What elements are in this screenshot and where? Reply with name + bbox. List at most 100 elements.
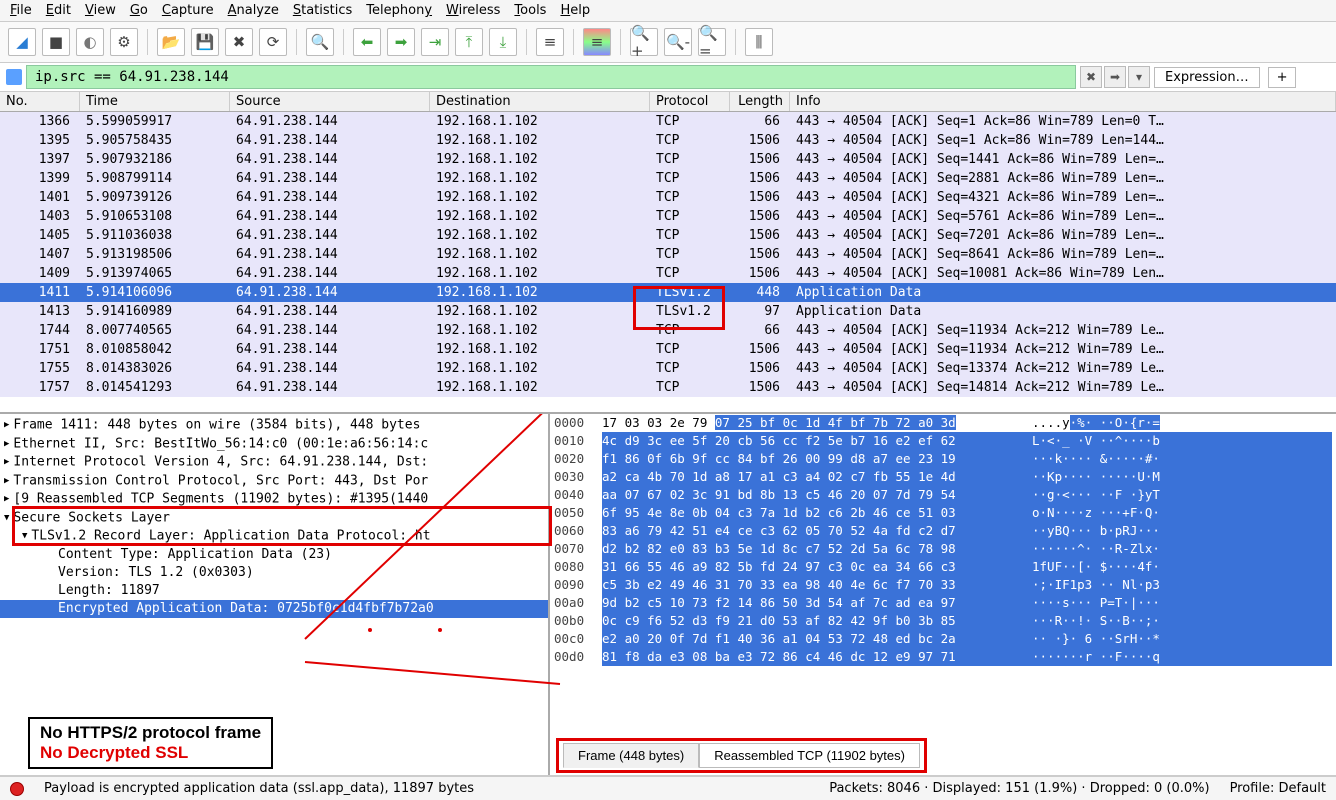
tab-frame-bytes[interactable]: Frame (448 bytes)	[563, 743, 699, 768]
expression-button[interactable]: Expression…	[1154, 67, 1260, 88]
packet-list-pane[interactable]: No. Time Source Destination Protocol Len…	[0, 92, 1336, 414]
packet-list-header: No. Time Source Destination Protocol Len…	[0, 92, 1336, 112]
add-filter-button[interactable]: +	[1268, 67, 1297, 88]
menu-telephony[interactable]: Telephony	[366, 3, 432, 18]
packet-row[interactable]: 14035.91065310864.91.238.144192.168.1.10…	[0, 207, 1336, 226]
details-version[interactable]: Version: TLS 1.2 (0x0303)	[0, 564, 548, 582]
go-forward-icon[interactable]: ➡	[387, 28, 415, 56]
hex-row[interactable]: 00506f 95 4e 8e 0b 04 c3 7a 1d b2 c6 2b …	[550, 504, 1336, 522]
packet-row[interactable]: 17578.01454129364.91.238.144192.168.1.10…	[0, 378, 1336, 397]
packet-row[interactable]: 13975.90793218664.91.238.144192.168.1.10…	[0, 150, 1336, 169]
packet-row[interactable]: 14095.91397406564.91.238.144192.168.1.10…	[0, 264, 1336, 283]
menu-analyze[interactable]: Analyze	[228, 3, 279, 18]
col-header-no[interactable]: No.	[0, 92, 80, 111]
colorize-icon[interactable]: ≡	[583, 28, 611, 56]
apply-filter-icon[interactable]: ➡	[1104, 66, 1126, 88]
packet-row[interactable]: 14055.91103603864.91.238.144192.168.1.10…	[0, 226, 1336, 245]
hex-row[interactable]: 0030a2 ca 4b 70 1d a8 17 a1 c3 a4 02 c7 …	[550, 468, 1336, 486]
hex-row[interactable]: 00d081 f8 da e3 08 ba e3 72 86 c4 46 dc …	[550, 648, 1336, 666]
capture-start-icon[interactable]: ◢	[8, 28, 36, 56]
filter-dropdown-icon[interactable]: ▾	[1128, 66, 1150, 88]
annotation-text-box: No HTTPS/2 protocol frame No Decrypted S…	[28, 717, 273, 769]
status-bar: Payload is encrypted application data (s…	[0, 776, 1336, 800]
bytes-pane-tabs: Frame (448 bytes) Reassembled TCP (11902…	[556, 738, 927, 773]
middle-panes: Frame 1411: 448 bytes on wire (3584 bits…	[0, 414, 1336, 776]
capture-options-icon[interactable]: ⚙	[110, 28, 138, 56]
packet-row[interactable]: 14115.91410609664.91.238.144192.168.1.10…	[0, 283, 1336, 302]
status-packet-count: Packets: 8046 · Displayed: 151 (1.9%) · …	[829, 781, 1209, 796]
go-to-packet-icon[interactable]: ⇥	[421, 28, 449, 56]
col-header-time[interactable]: Time	[80, 92, 230, 111]
menu-help[interactable]: Help	[560, 3, 590, 18]
details-frame[interactable]: Frame 1411: 448 bytes on wire (3584 bits…	[0, 416, 548, 435]
annotation-line1: No HTTPS/2 protocol frame	[40, 723, 261, 743]
menu-file[interactable]: File	[10, 3, 32, 18]
menu-tools[interactable]: Tools	[514, 3, 546, 18]
go-first-icon[interactable]: ⤒	[455, 28, 483, 56]
packet-row[interactable]: 17558.01438302664.91.238.144192.168.1.10…	[0, 359, 1336, 378]
packet-row[interactable]: 13995.90879911464.91.238.144192.168.1.10…	[0, 169, 1336, 188]
status-profile[interactable]: Profile: Default	[1230, 781, 1326, 796]
details-ip[interactable]: Internet Protocol Version 4, Src: 64.91.…	[0, 453, 548, 472]
status-payload-text: Payload is encrypted application data (s…	[44, 781, 474, 796]
zoom-in-icon[interactable]: 🔍+	[630, 28, 658, 56]
packet-bytes-pane[interactable]: 000017 03 03 2e 79 07 25 bf 0c 1d 4f bf …	[550, 414, 1336, 775]
resize-columns-icon[interactable]: ⫼	[745, 28, 773, 56]
display-filter-input[interactable]	[26, 65, 1076, 89]
menu-statistics[interactable]: Statistics	[293, 3, 352, 18]
zoom-out-icon[interactable]: 🔍-	[664, 28, 692, 56]
hex-row[interactable]: 00104c d9 3c ee 5f 20 cb 56 cc f2 5e b7 …	[550, 432, 1336, 450]
details-tcp[interactable]: Transmission Control Protocol, Src Port:…	[0, 472, 548, 491]
close-file-icon[interactable]: ✖	[225, 28, 253, 56]
packet-row[interactable]: 14075.91319850664.91.238.144192.168.1.10…	[0, 245, 1336, 264]
packet-row[interactable]: 14015.90973912664.91.238.144192.168.1.10…	[0, 188, 1336, 207]
details-content-type[interactable]: Content Type: Application Data (23)	[0, 546, 548, 564]
find-icon[interactable]: 🔍	[306, 28, 334, 56]
col-header-length[interactable]: Length	[730, 92, 790, 111]
hex-row[interactable]: 006083 a6 79 42 51 e4 ce c3 62 05 70 52 …	[550, 522, 1336, 540]
details-ssl[interactable]: Secure Sockets Layer	[0, 509, 548, 528]
go-back-icon[interactable]: ⬅	[353, 28, 381, 56]
details-ethernet[interactable]: Ethernet II, Src: BestItWo_56:14:c0 (00:…	[0, 435, 548, 454]
col-header-info[interactable]: Info	[790, 92, 1336, 111]
hex-row[interactable]: 0070d2 b2 82 e0 83 b3 5e 1d 8c c7 52 2d …	[550, 540, 1336, 558]
hex-row[interactable]: 008031 66 55 46 a9 82 5b fd 24 97 c3 0c …	[550, 558, 1336, 576]
menu-capture[interactable]: Capture	[162, 3, 214, 18]
col-header-protocol[interactable]: Protocol	[650, 92, 730, 111]
hex-row[interactable]: 0090c5 3b e2 49 46 31 70 33 ea 98 40 4e …	[550, 576, 1336, 594]
menu-wireless[interactable]: Wireless	[446, 3, 500, 18]
details-tls-record[interactable]: TLSv1.2 Record Layer: Application Data P…	[0, 527, 548, 546]
col-header-destination[interactable]: Destination	[430, 92, 650, 111]
details-length[interactable]: Length: 11897	[0, 582, 548, 600]
packet-row[interactable]: 14135.91416098964.91.238.144192.168.1.10…	[0, 302, 1336, 321]
packet-row[interactable]: 13955.90575843564.91.238.144192.168.1.10…	[0, 131, 1336, 150]
hex-row[interactable]: 00a09d b2 c5 10 73 f2 14 86 50 3d 54 af …	[550, 594, 1336, 612]
packet-row[interactable]: 17448.00774056564.91.238.144192.168.1.10…	[0, 321, 1336, 340]
details-encrypted-data[interactable]: Encrypted Application Data: 0725bf0c1d4f…	[0, 600, 548, 618]
open-file-icon[interactable]: 📂	[157, 28, 185, 56]
details-reassembled[interactable]: [9 Reassembled TCP Segments (11902 bytes…	[0, 490, 548, 509]
col-header-source[interactable]: Source	[230, 92, 430, 111]
save-file-icon[interactable]: 💾	[191, 28, 219, 56]
zoom-reset-icon[interactable]: 🔍=	[698, 28, 726, 56]
clear-filter-icon[interactable]: ✖	[1080, 66, 1102, 88]
bookmark-icon[interactable]	[6, 69, 22, 85]
hex-row[interactable]: 000017 03 03 2e 79 07 25 bf 0c 1d 4f bf …	[550, 414, 1336, 432]
go-last-icon[interactable]: ⤓	[489, 28, 517, 56]
menu-view[interactable]: View	[85, 3, 116, 18]
capture-stop-icon[interactable]: ■	[42, 28, 70, 56]
tab-reassembled-tcp[interactable]: Reassembled TCP (11902 bytes)	[699, 743, 920, 768]
capture-restart-icon[interactable]: ◐	[76, 28, 104, 56]
expert-info-icon[interactable]	[10, 782, 24, 796]
reload-icon[interactable]: ⟳	[259, 28, 287, 56]
packet-row[interactable]: 17518.01085804264.91.238.144192.168.1.10…	[0, 340, 1336, 359]
hex-row[interactable]: 0020f1 86 0f 6b 9f cc 84 bf 26 00 99 d8 …	[550, 450, 1336, 468]
packet-row[interactable]: 13665.59905991764.91.238.144192.168.1.10…	[0, 112, 1336, 131]
hex-row[interactable]: 0040aa 07 67 02 3c 91 bd 8b 13 c5 46 20 …	[550, 486, 1336, 504]
annotation-line2: No Decrypted SSL	[40, 743, 261, 763]
menu-go[interactable]: Go	[130, 3, 148, 18]
hex-row[interactable]: 00c0e2 a0 20 0f 7d f1 40 36 a1 04 53 72 …	[550, 630, 1336, 648]
auto-scroll-icon[interactable]: ≡	[536, 28, 564, 56]
hex-row[interactable]: 00b00c c9 f6 52 d3 f9 21 d0 53 af 82 42 …	[550, 612, 1336, 630]
menu-edit[interactable]: Edit	[46, 3, 71, 18]
